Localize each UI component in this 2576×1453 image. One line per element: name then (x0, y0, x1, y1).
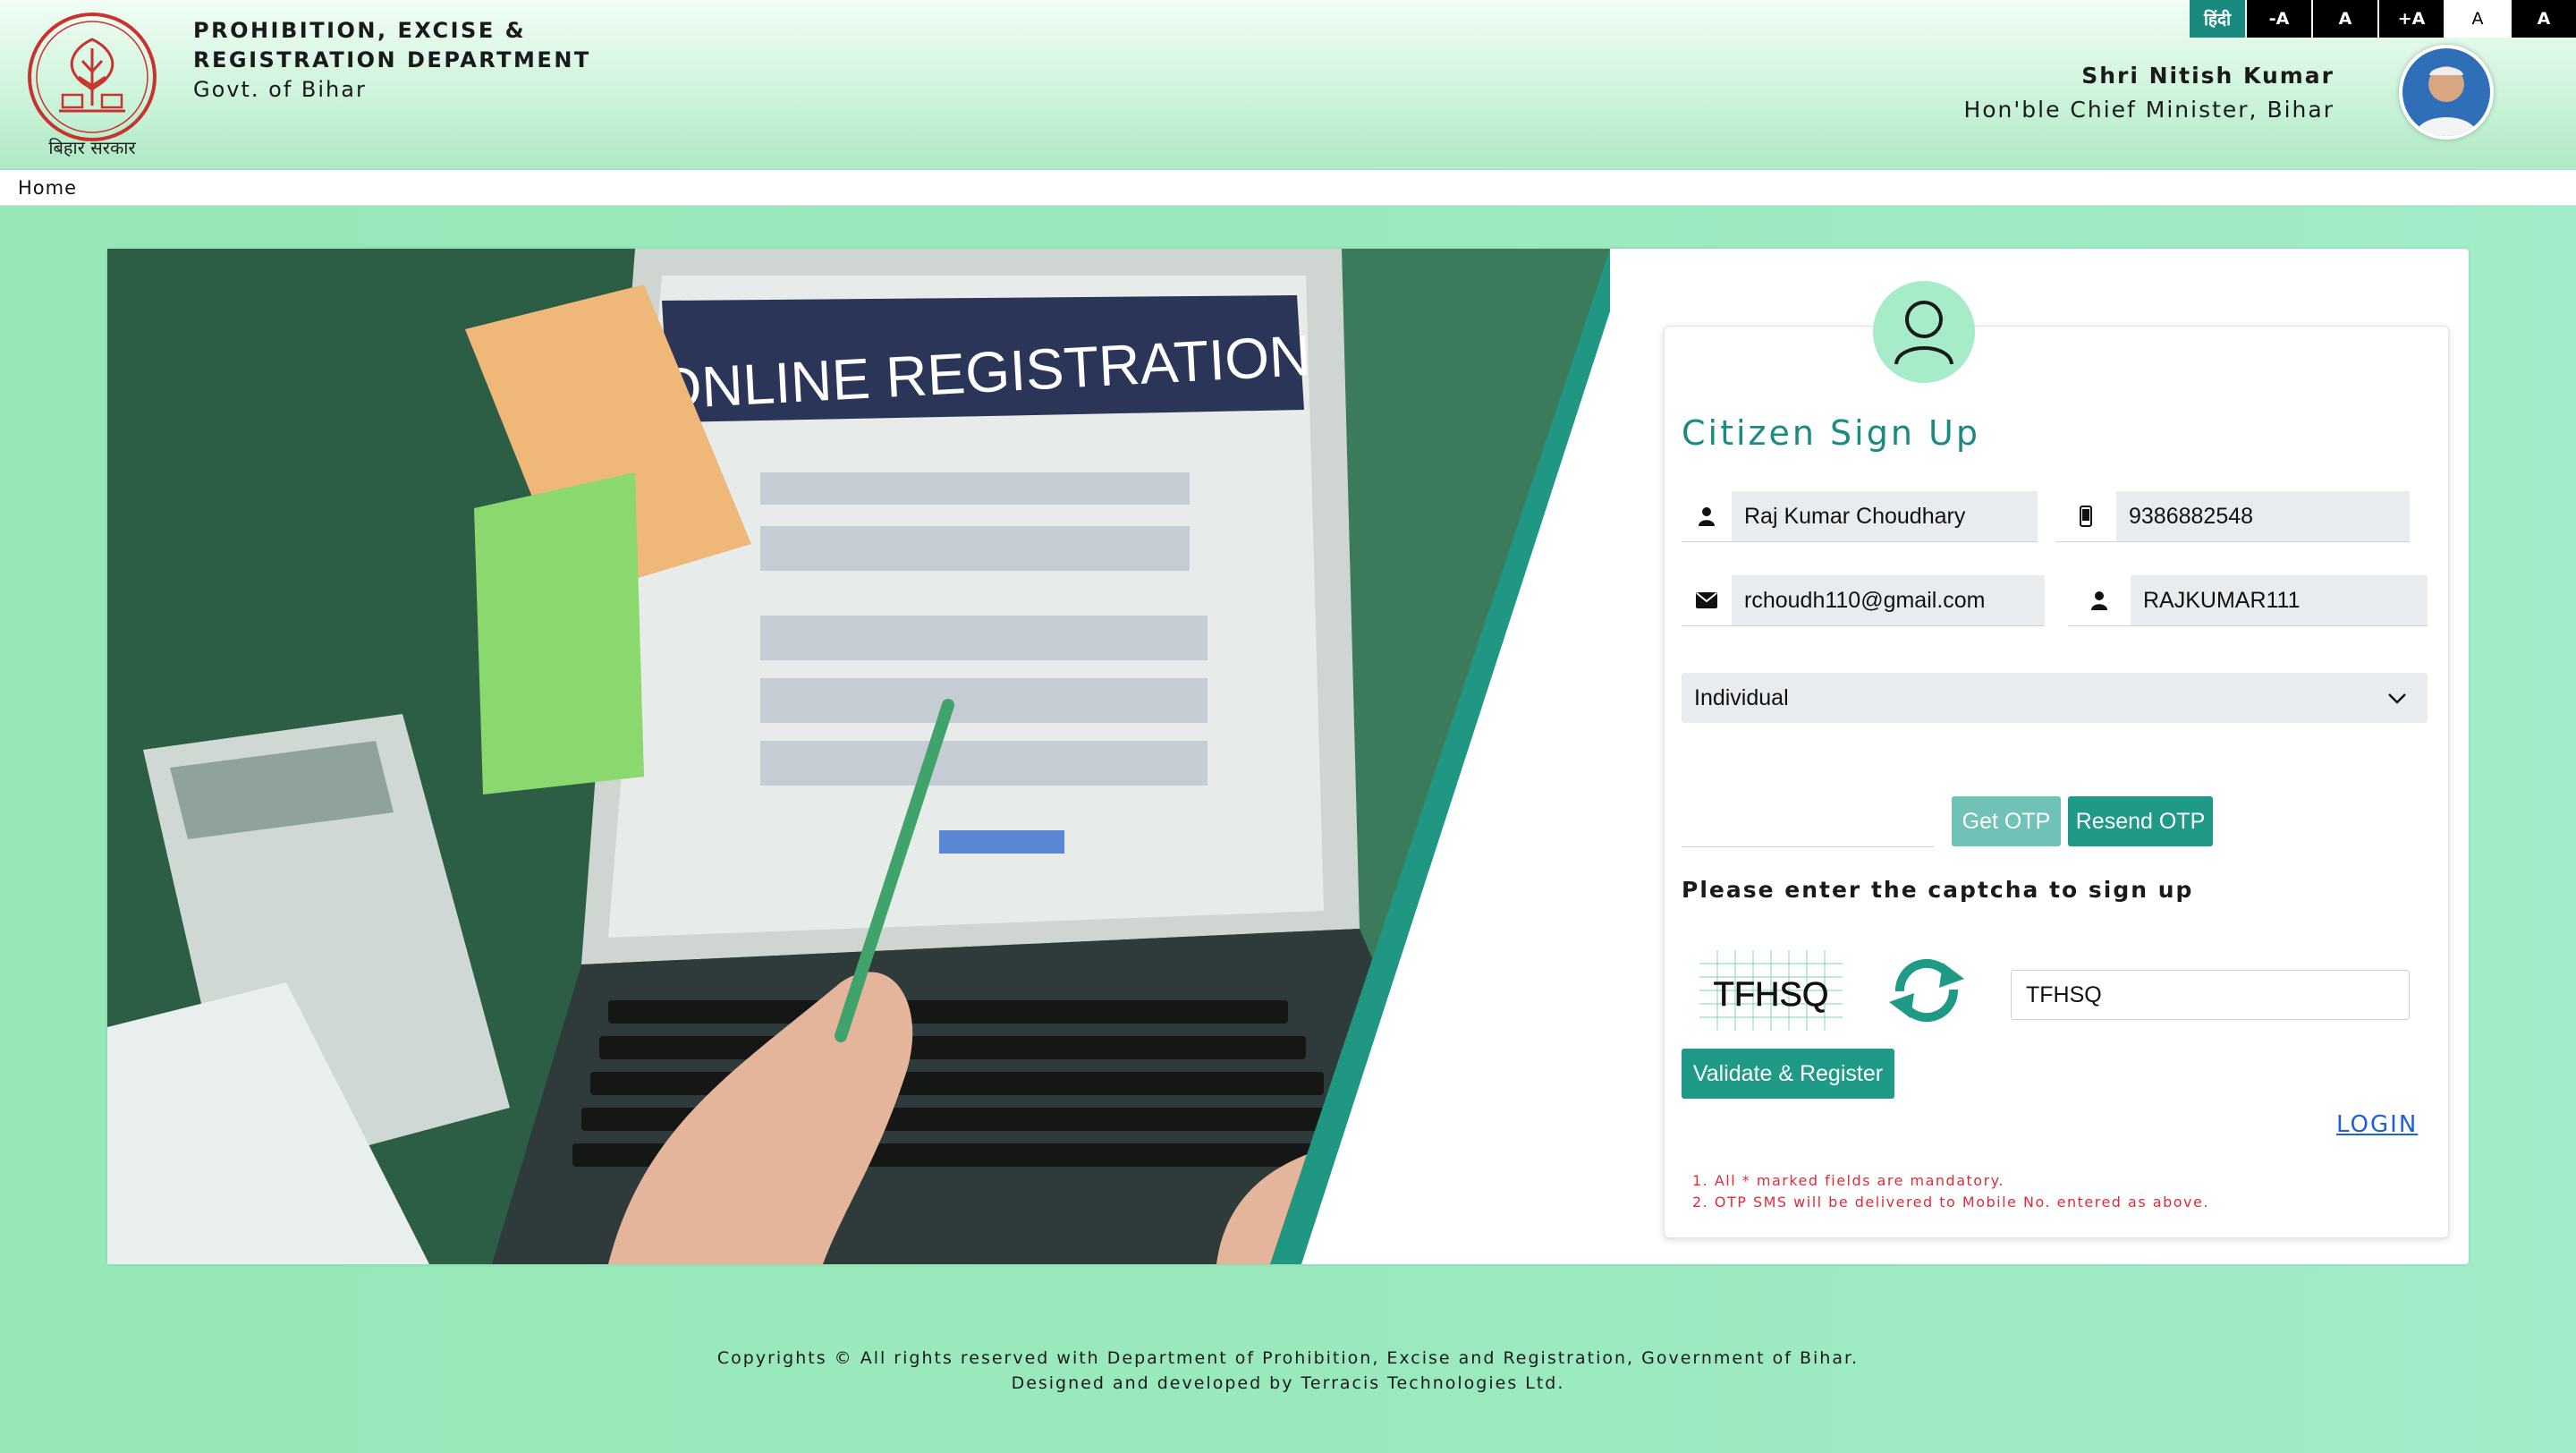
user-type-value: Individual (1694, 684, 1789, 710)
svg-text:बिहार सरकार: बिहार सरकार (48, 137, 136, 158)
full-name-input[interactable]: Raj Kumar Choudhary (1732, 491, 2038, 541)
hindi-language-button[interactable]: हिंदी (2190, 0, 2245, 38)
email-field[interactable]: rchoudh110@gmail.com (1682, 574, 2045, 626)
validate-register-button[interactable]: Validate & Register (1682, 1049, 1894, 1099)
cm-photo (2399, 45, 2494, 140)
note-otp: 2. OTP SMS will be delivered to Mobile N… (1692, 1194, 2209, 1211)
online-registration-hero-image: ONLINE REGISTRATION (107, 249, 1610, 1264)
user-icon (1682, 491, 1732, 541)
user-type-select[interactable]: Individual (1682, 673, 2428, 723)
full-name-field[interactable]: Raj Kumar Choudhary (1682, 490, 2038, 542)
footer-credits: Designed and developed by Terracis Techn… (1011, 1373, 1565, 1393)
mobile-input[interactable]: 9386882548 (2116, 491, 2410, 541)
resend-otp-button[interactable]: Resend OTP (2068, 796, 2213, 846)
email-input[interactable]: rchoudh110@gmail.com (1732, 575, 2045, 625)
captcha-label: Please enter the captcha to sign up (1682, 877, 2194, 903)
site-header: बिहार सरकार PROHIBITION, EXCISE & REGIST… (0, 0, 2576, 168)
refresh-captcha-icon[interactable] (1884, 952, 1970, 1029)
dept-line2: REGISTRATION DEPARTMENT (193, 47, 591, 72)
username-field[interactable]: RAJKUMAR111 (2068, 574, 2428, 626)
light-theme-button[interactable]: A (2445, 0, 2510, 38)
cm-name: Shri Nitish Kumar (2081, 63, 2334, 89)
form-notes: 1. All * marked fields are mandatory. 2.… (1692, 1170, 2209, 1213)
top-nav: Home (0, 170, 2576, 206)
user-avatar-icon (1873, 281, 1975, 383)
accessibility-bar: हिंदी -A A +A A A (2188, 0, 2576, 38)
form-title: Citizen Sign Up (1682, 413, 1980, 453)
chevron-down-icon (2388, 693, 2406, 704)
chief-minister-info: Shri Nitish Kumar Hon'ble Chief Minister… (1963, 59, 2334, 127)
signup-form-box (1664, 326, 2449, 1238)
captcha-input[interactable]: TFHSQ (2011, 970, 2410, 1020)
mobile-phone-icon (2055, 491, 2116, 541)
site-footer: Copyrights © All rights reserved with De… (0, 1346, 2576, 1396)
svg-text:TFHSQ: TFHSQ (1714, 976, 1829, 1014)
cm-title: Hon'ble Chief Minister, Bihar (1963, 97, 2334, 123)
signup-card: ONLINE REGISTRATION Citizen Sign Up Raj … (107, 249, 2469, 1264)
dark-theme-button[interactable]: A (2512, 0, 2576, 38)
font-normal-button[interactable]: A (2313, 0, 2377, 38)
otp-input[interactable] (1682, 846, 1934, 847)
font-decrease-button[interactable]: -A (2247, 0, 2311, 38)
dept-line3: Govt. of Bihar (193, 77, 367, 102)
department-name: PROHIBITION, EXCISE & REGISTRATION DEPAR… (193, 16, 591, 105)
font-increase-button[interactable]: +A (2379, 0, 2444, 38)
note-mandatory: 1. All * marked fields are mandatory. (1692, 1172, 2004, 1189)
dept-line1: PROHIBITION, EXCISE & (193, 18, 527, 43)
login-link[interactable]: LOGIN (2336, 1111, 2418, 1138)
user-icon (2068, 575, 2131, 625)
envelope-icon (1682, 575, 1732, 625)
footer-copyright: Copyrights © All rights reserved with De… (716, 1348, 1860, 1368)
captcha-image: TFHSQ (1699, 950, 1843, 1031)
bihar-emblem-logo: बिहार सरकार (28, 13, 157, 158)
username-input[interactable]: RAJKUMAR111 (2131, 575, 2428, 625)
nav-home-link[interactable]: Home (18, 177, 77, 199)
get-otp-button[interactable]: Get OTP (1952, 796, 2061, 846)
mobile-field[interactable]: 9386882548 (2055, 490, 2410, 542)
